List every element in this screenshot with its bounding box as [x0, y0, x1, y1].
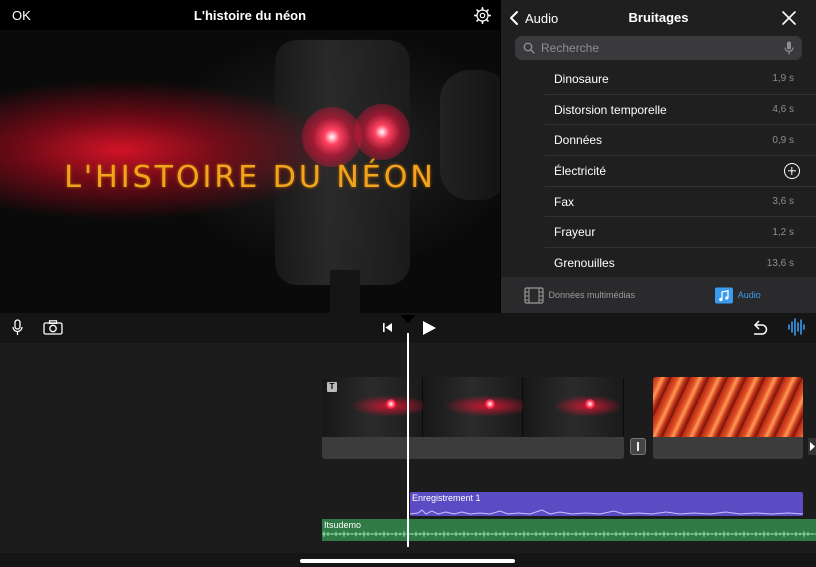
red-light-beam	[0, 70, 340, 230]
close-icon[interactable]	[782, 11, 796, 25]
transition-icon	[637, 442, 639, 451]
microphone-icon[interactable]	[12, 319, 23, 336]
sound-duration: 0,9 s	[772, 134, 794, 146]
list-item[interactable]: Frayeur 1,2 s	[545, 217, 816, 249]
sound-name: Fax	[554, 194, 575, 209]
video-viewer: OK L'histoire du néon L'HISTOIRE DU NÉON	[0, 0, 500, 313]
music-clip[interactable]: Itsudemo	[322, 519, 816, 541]
undo-icon[interactable]	[751, 319, 768, 335]
lamp-stem-shape	[330, 270, 360, 313]
sound-name: Grenouilles	[554, 256, 615, 271]
list-item[interactable]: Dinosaure 1,9 s	[545, 64, 816, 95]
list-item[interactable]: Fax 3,6 s	[545, 187, 816, 218]
voiceover-clip[interactable]: Enregistrement 1	[410, 492, 803, 516]
playhead-line[interactable]	[407, 333, 409, 547]
music-waveform	[322, 531, 816, 537]
sound-effects-list: Dinosaure 1,9 s Distorsion temporelle 4,…	[501, 64, 816, 279]
transition-button[interactable]	[630, 438, 646, 455]
viewer-header: OK L'histoire du néon	[0, 0, 500, 30]
clip-thumbnail	[422, 377, 533, 437]
gear-icon[interactable]	[474, 7, 491, 24]
panel-title: Bruitages	[628, 10, 689, 25]
thumb-light	[386, 399, 396, 409]
tab-audio-label: Audio	[737, 290, 761, 300]
chevron-right-icon[interactable]	[808, 438, 816, 455]
video-clip[interactable]	[653, 377, 803, 459]
clip-thumbnails	[322, 377, 624, 437]
list-item[interactable]: Distorsion temporelle 4,6 s	[545, 95, 816, 126]
skip-to-start-icon[interactable]	[382, 322, 393, 333]
tab-media-label: Données multimédias	[548, 290, 636, 300]
clip-audio-lane	[653, 437, 803, 459]
sound-name: Électricité	[554, 163, 607, 178]
sound-name: Frayeur	[554, 225, 596, 240]
panel-header: Audio Bruitages	[501, 0, 816, 35]
add-circle-icon[interactable]	[784, 162, 800, 179]
red-glow-left	[302, 107, 362, 167]
search-icon	[523, 42, 535, 54]
waveform-icon[interactable]	[787, 318, 807, 336]
home-indicator	[300, 559, 515, 563]
thumb-light	[484, 399, 495, 409]
media-icon	[524, 286, 545, 304]
title-badge: T	[327, 382, 337, 392]
video-clip[interactable]: T	[322, 377, 624, 459]
search-bar[interactable]	[515, 36, 802, 60]
tab-media[interactable]: Données multimédias	[501, 277, 659, 313]
sound-name: Distorsion temporelle	[554, 102, 667, 117]
list-item[interactable]: Grenouilles 13,6 s	[545, 248, 816, 279]
sound-effects-panel: Audio Bruitages Dinosaure 1,9 s Distorsi…	[501, 0, 816, 313]
clip-thumbnail	[523, 377, 624, 437]
microphone-icon[interactable]	[784, 41, 794, 55]
tab-audio[interactable]: Audio	[659, 277, 816, 313]
sound-duration: 1,9 s	[772, 73, 794, 85]
camera-icon[interactable]	[43, 320, 63, 335]
sound-duration: 13,6 s	[766, 257, 794, 269]
sound-name: Dinosaure	[554, 71, 609, 86]
list-item-selected[interactable]: Électricité	[545, 156, 816, 187]
sound-duration: 1,2 s	[772, 226, 794, 238]
sound-duration: 4,6 s	[772, 104, 794, 116]
video-preview[interactable]: L'HISTOIRE DU NÉON	[0, 30, 500, 313]
timeline: T Enregistrement 1 Itsudemo	[0, 313, 816, 567]
project-title: L'histoire du néon	[193, 8, 307, 23]
play-icon[interactable]	[422, 320, 437, 336]
list-item[interactable]: Données 0,9 s	[545, 125, 816, 157]
voiceover-waveform	[410, 509, 803, 515]
panel-tab-bar: Données multimédias Audio	[501, 277, 816, 313]
music-note-icon	[714, 287, 733, 303]
title-overlay-text: L'HISTOIRE DU NÉON	[64, 160, 436, 195]
search-input[interactable]	[541, 41, 778, 55]
sound-duration: 3,6 s	[772, 196, 794, 208]
sound-name: Données	[554, 133, 603, 148]
playhead-marker	[400, 315, 416, 323]
red-glow-right	[354, 104, 410, 160]
clip-thumbnail	[653, 377, 803, 437]
clip-audio-lane	[322, 437, 624, 459]
